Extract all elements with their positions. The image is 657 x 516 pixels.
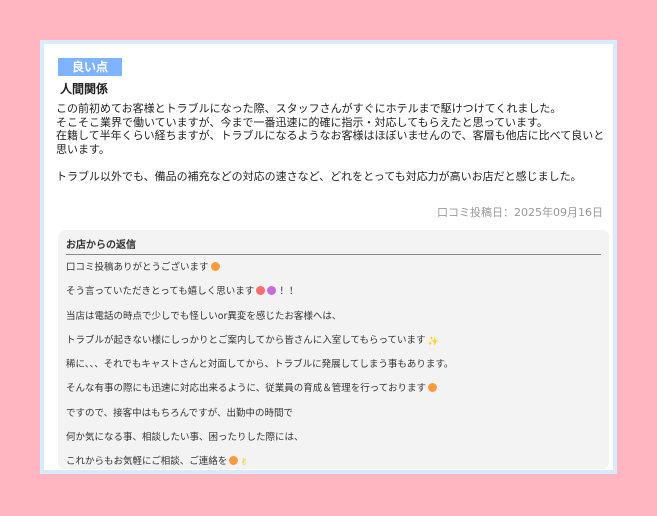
reply-line: 当店は電話の時点で少しでも怪しいor異変を感じたお客様へは、: [66, 310, 601, 334]
review-line: この前初めてお客様とトラブルになった際、スタッフさんがすぐにホテルまで駆けつけて…: [56, 102, 562, 115]
review-line: トラブル以外でも、備品の補充などの対応の速さなど、どれをとっても対応力が高いお店…: [56, 170, 582, 183]
smile-emoji-icon: [229, 456, 239, 466]
reply-line: これからもお気軽にご相談、ご連絡を ✌: [66, 455, 601, 479]
good-point-badge: 良い点: [58, 58, 122, 76]
sparkle-emoji-icon: ✨: [427, 336, 439, 347]
reply-text: これからもお気軽にご相談、ご連絡を: [66, 456, 228, 468]
peace-emoji-icon: ✌: [240, 458, 248, 469]
review-line: そこそこ業界で働いていますが、今まで一番迅速に的確に指示・対応してもらえたと思っ…: [56, 115, 548, 129]
reply-line: そんな有事の際にも迅速に対応出来るように、従業員の育成＆管理を行っております: [66, 382, 601, 406]
shop-reply: お店からの返信 口コミ投稿ありがとうございます そう言っていただきとっても嬉しく…: [58, 230, 609, 469]
reply-text: 稀に、、、それでもキャストさんと対面してから、トラブルに発展してしまう事もありま…: [66, 359, 454, 371]
thumbs-up-emoji-icon: [427, 383, 437, 393]
reply-line: トラブルが起きない様にしっかりとご案内してから皆さんに入室してもらっています ✨: [66, 334, 601, 358]
reply-text: そんな有事の際にも迅速に対応出来るように、従業員の育成＆管理を行っております: [66, 383, 426, 395]
reply-text: ですので、接客中はもちろんですが、出勤中の時間で: [66, 407, 293, 419]
heart-face-emoji-icon: [256, 286, 266, 296]
heart-face-emoji-icon: [267, 286, 277, 296]
review-body: この前初めてお客様とトラブルになった際、スタッフさんがすぐにホテルまで駆けつけて…: [56, 102, 606, 184]
smile-emoji-icon: [210, 262, 220, 271]
reply-line: 口コミ投稿ありがとうございます: [66, 261, 601, 285]
reply-title: お店からの返信: [66, 236, 601, 255]
review-category: 人間関係: [60, 82, 109, 96]
reply-text: 何か気になる事、相談したい事、困ったりした際には、: [66, 432, 304, 444]
reply-text: 口コミ投稿ありがとうございます: [66, 262, 209, 273]
reply-line: 稀に、、、それでもキャストさんと対面してから、トラブルに発展してしまう事もありま…: [66, 358, 601, 382]
posted-date: 口コミ投稿日：2025年09月16日: [437, 206, 603, 219]
review-card: 良い点 人間関係 この前初めてお客様とトラブルになった際、スタッフさんがすぐにホ…: [40, 40, 617, 474]
reply-text: そう言っていただきとっても嬉しく思います: [66, 286, 255, 298]
reply-line: そう言っていただきとっても嬉しく思います ！！: [66, 285, 601, 309]
review-line: 在籍して半年くらい経ちますが、トラブルになるようなお客様はほぼいませんので、客層…: [56, 129, 605, 156]
reply-line: ですので、接客中はもちろんですが、出勤中の時間で: [66, 407, 601, 431]
reply-line: 何か気になる事、相談したい事、困ったりした際には、: [66, 431, 601, 455]
reply-suffix: ！！: [279, 286, 299, 298]
reply-text: トラブルが起きない様にしっかりとご案内してから皆さんに入室してもらっています: [66, 334, 426, 346]
reply-text: 当店は電話の時点で少しでも怪しいor異変を感じたお客様へは、: [66, 310, 342, 322]
